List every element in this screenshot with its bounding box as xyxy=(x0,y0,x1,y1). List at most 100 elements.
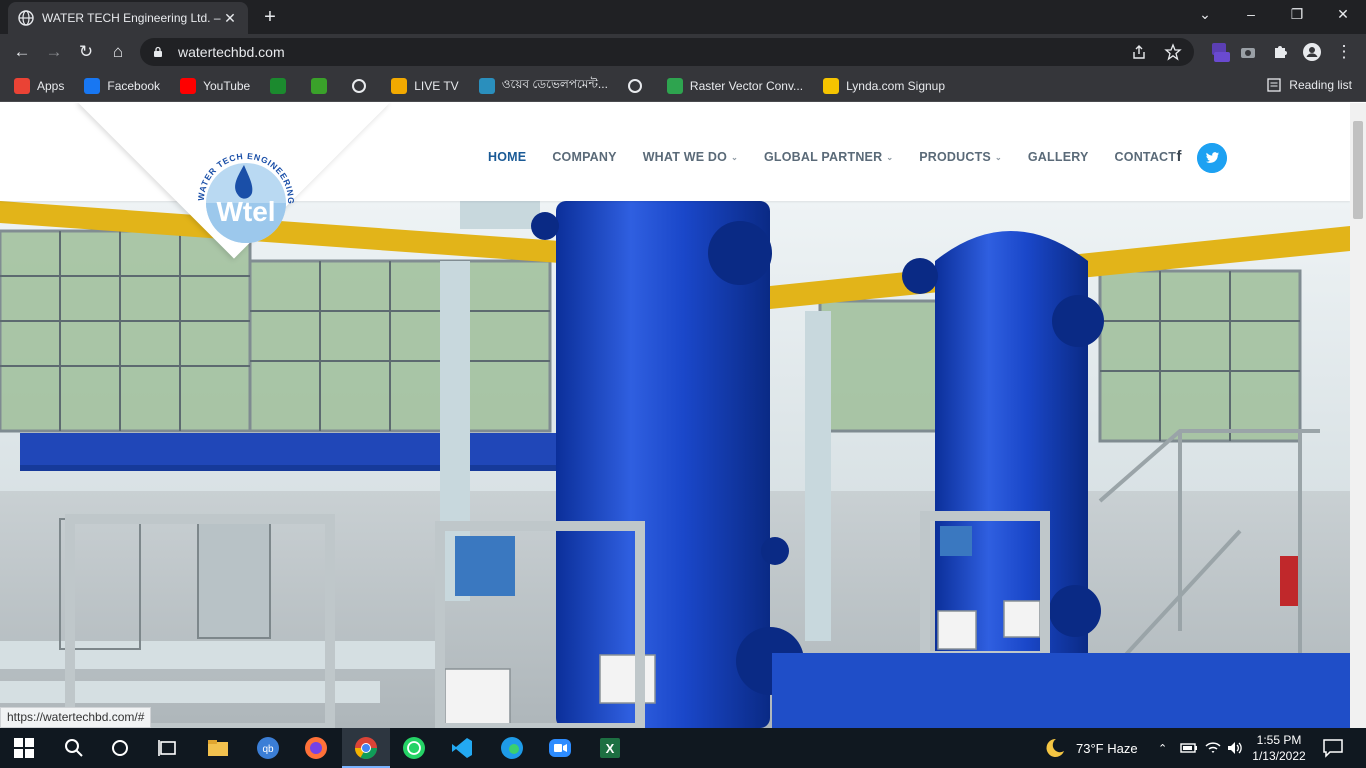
notifications-icon[interactable] xyxy=(1322,738,1344,758)
nav-label: HOME xyxy=(488,150,527,164)
globe-icon xyxy=(18,10,34,26)
nav-contact[interactable]: CONTACT xyxy=(1115,150,1177,164)
chrome-icon[interactable] xyxy=(354,736,378,760)
task-view-icon[interactable] xyxy=(156,736,180,760)
logo-mark: Wtel xyxy=(216,196,275,227)
edge-icon[interactable] xyxy=(500,736,524,760)
bookmark-label: Raster Vector Conv... xyxy=(689,78,804,93)
weather-text[interactable]: 73°F Haze xyxy=(1076,728,1138,768)
bookmark-item[interactable]: Raster Vector Conv... xyxy=(666,77,804,94)
new-tab-button[interactable]: + xyxy=(258,6,282,30)
browser-tab-bar: WATER TECH Engineering Ltd. – w ✕ + ⌄ – … xyxy=(0,0,1366,34)
chevron-down-icon: ⌄ xyxy=(886,152,894,162)
bookmark-item[interactable]: Facebook xyxy=(84,77,160,94)
globe-icon xyxy=(352,78,367,93)
qbittorrent-icon[interactable]: qb xyxy=(256,736,280,760)
web-dev-icon xyxy=(478,77,495,94)
windows-start-icon[interactable] xyxy=(14,738,34,758)
zoom-icon[interactable] xyxy=(548,736,572,760)
search-icon[interactable] xyxy=(62,736,86,760)
browser-toolbar: ← → ↻ ⌂ watertechbd.com 22 ⋮ xyxy=(0,34,1366,98)
share-icon[interactable] xyxy=(1130,43,1148,61)
reload-button[interactable]: ↻ xyxy=(74,40,98,64)
bookmark-item[interactable]: YouTube xyxy=(180,77,251,94)
bookmark-item[interactable] xyxy=(311,77,334,94)
bookmark-item[interactable] xyxy=(270,77,293,94)
water-treatment-plant-image xyxy=(0,201,1350,728)
browser-tab[interactable]: WATER TECH Engineering Ltd. – w ✕ xyxy=(8,2,248,34)
maximize-button[interactable]: ❐ xyxy=(1274,0,1320,30)
nav-label: GLOBAL PARTNER xyxy=(764,150,883,164)
bookmark-green-icon xyxy=(270,77,287,94)
forward-button[interactable]: → xyxy=(42,40,66,64)
tray-chevron-icon[interactable]: ⌃ xyxy=(1158,728,1167,768)
home-button[interactable]: ⌂ xyxy=(106,40,130,64)
lock-icon xyxy=(154,46,162,57)
nav-what-we-do[interactable]: WHAT WE DO ⌄ xyxy=(643,150,738,164)
raster-vector-icon xyxy=(666,77,683,94)
nav-company[interactable]: COMPANY xyxy=(552,150,616,164)
nav-label: CONTACT xyxy=(1114,150,1177,164)
wifi-icon[interactable] xyxy=(1204,740,1222,756)
weather-moon-icon[interactable] xyxy=(1042,737,1066,759)
youtube-icon xyxy=(180,77,197,94)
camera-icon[interactable] xyxy=(1238,42,1258,62)
web-page: HOME COMPANY WHAT WE DO ⌄ GLOBAL PARTNER ⌄ PRO… xyxy=(0,103,1350,728)
bookmark-label: YouTube xyxy=(203,78,251,93)
battery-icon[interactable] xyxy=(1180,740,1198,756)
status-bar-url: https://watertechbd.com/# xyxy=(0,707,152,728)
address-bar[interactable]: watertechbd.com xyxy=(140,38,1194,66)
apps-grid-icon xyxy=(14,77,30,94)
nav-label: COMPANY xyxy=(552,150,617,164)
windows-taskbar: qb X 73°F Haze ⌃ 1:55 PM 1/13/2022 xyxy=(0,728,1366,768)
extension-badge-icon[interactable] xyxy=(1210,42,1230,62)
svg-text:qb: qb xyxy=(262,744,274,755)
bookmark-item[interactable]: Apps xyxy=(14,77,64,94)
minimize-button[interactable]: – xyxy=(1228,0,1274,30)
bookmark-item[interactable]: ওয়েব ডেভেলপমেন্ট... xyxy=(478,76,608,96)
nav-gallery[interactable]: GALLERY xyxy=(1028,150,1089,164)
nav-products[interactable]: PRODUCTS ⌄ xyxy=(919,150,1002,164)
cortana-icon[interactable] xyxy=(108,736,132,760)
company-logo[interactable]: Wtel WATER TECH ENGINEERING LIMITED xyxy=(186,141,306,261)
system-clock[interactable]: 1:55 PM 1/13/2022 xyxy=(1244,732,1314,764)
hero-image xyxy=(0,201,1350,728)
url-text: watertechbd.com xyxy=(178,44,285,60)
excel-icon[interactable]: X xyxy=(598,736,622,760)
browser-menu-icon[interactable]: ⋮ xyxy=(1332,40,1356,64)
reading-list-button[interactable]: Reading list xyxy=(1267,78,1352,92)
tab-title: WATER TECH Engineering Ltd. – w xyxy=(42,11,222,25)
nav-global-partner[interactable]: GLOBAL PARTNER ⌄ xyxy=(764,150,893,164)
nav-label: PRODUCTS xyxy=(919,150,991,164)
bookmark-label: ওয়েব ডেভেলপমেন্ট... xyxy=(501,76,608,91)
file-explorer-icon[interactable] xyxy=(206,736,230,760)
extensions-puzzle-icon[interactable] xyxy=(1270,42,1290,62)
nav-home[interactable]: HOME xyxy=(488,150,526,164)
bookmark-star-icon[interactable] xyxy=(1164,43,1182,61)
facebook-icon[interactable]: f xyxy=(1172,148,1186,166)
page-scrollbar[interactable] xyxy=(1350,103,1366,728)
twitter-icon[interactable] xyxy=(1197,143,1227,173)
back-button[interactable]: ← xyxy=(10,40,34,64)
tab-search-icon[interactable]: ⌄ xyxy=(1182,0,1228,30)
bookmark-item[interactable] xyxy=(627,78,649,93)
bookmark-item[interactable]: LIVE TV xyxy=(391,77,459,94)
profile-icon[interactable] xyxy=(1302,42,1322,62)
nav-label: GALLERY xyxy=(1027,150,1089,164)
main-navigation: HOME COMPANY WHAT WE DO ⌄ GLOBAL PARTNER ⌄ PRO… xyxy=(488,150,1202,164)
bookmark-chart-icon xyxy=(311,77,328,94)
scrollbar-thumb[interactable] xyxy=(1353,121,1363,219)
svg-text:X: X xyxy=(606,741,615,756)
clock-date: 1/13/2022 xyxy=(1252,749,1306,763)
bookmarks-bar: Apps Facebook YouTube LIVE TV ওয়েব ডেভেলপমে… xyxy=(0,70,1366,102)
vscode-icon[interactable] xyxy=(450,736,474,760)
bookmark-item[interactable] xyxy=(352,78,373,93)
chevron-down-icon: ⌄ xyxy=(994,152,1002,162)
close-window-button[interactable]: ✕ xyxy=(1320,0,1366,30)
close-tab-icon[interactable]: ✕ xyxy=(222,10,238,27)
volume-icon[interactable] xyxy=(1226,740,1244,756)
bookmark-item[interactable]: Lynda.com Signup xyxy=(823,77,946,94)
bookmark-label: Lynda.com Signup xyxy=(846,78,946,93)
firefox-icon[interactable] xyxy=(304,736,328,760)
whatsapp-icon[interactable] xyxy=(402,736,426,760)
